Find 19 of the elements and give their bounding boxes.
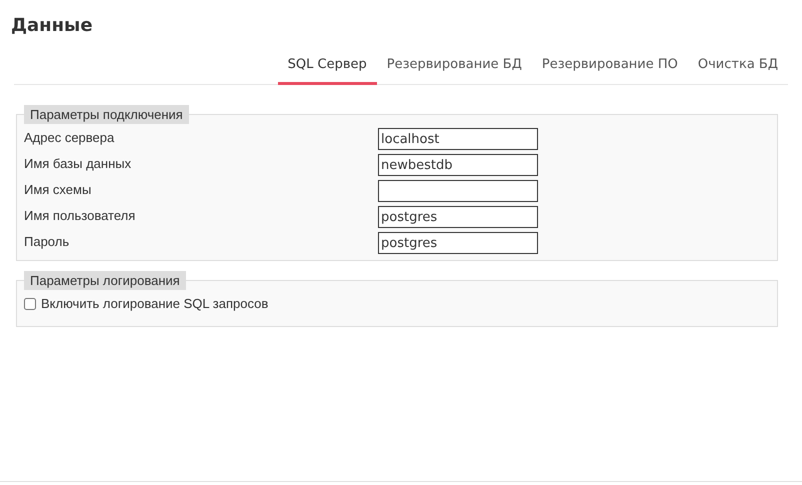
checkbox-label: Включить логирование SQL запросов xyxy=(41,295,268,313)
tab[interactable]: Резервирование ПО xyxy=(532,48,688,85)
tab[interactable]: SQL Сервер xyxy=(278,48,377,85)
input-field[interactable]: postgres xyxy=(378,232,538,254)
panel-legend: Параметры подключения xyxy=(24,105,189,124)
field-label: Имя пользователя xyxy=(24,207,136,225)
field-label: Имя базы данных xyxy=(24,155,132,173)
field-label: Пароль xyxy=(24,233,70,251)
tab[interactable]: Очистка БД xyxy=(688,48,788,85)
input-field[interactable]: localhost xyxy=(378,128,538,150)
page-title: Данные xyxy=(11,14,94,38)
input-field[interactable] xyxy=(378,180,538,202)
field-label: Имя схемы xyxy=(24,181,92,199)
input-field[interactable]: postgres xyxy=(378,206,538,228)
input-field[interactable]: newbestdb xyxy=(378,154,538,176)
checkbox[interactable] xyxy=(24,298,36,310)
field-label: Адрес сервера xyxy=(24,129,116,147)
panel-legend: Параметры логирования xyxy=(24,271,186,290)
tab[interactable]: Резервирование БД xyxy=(376,48,532,85)
